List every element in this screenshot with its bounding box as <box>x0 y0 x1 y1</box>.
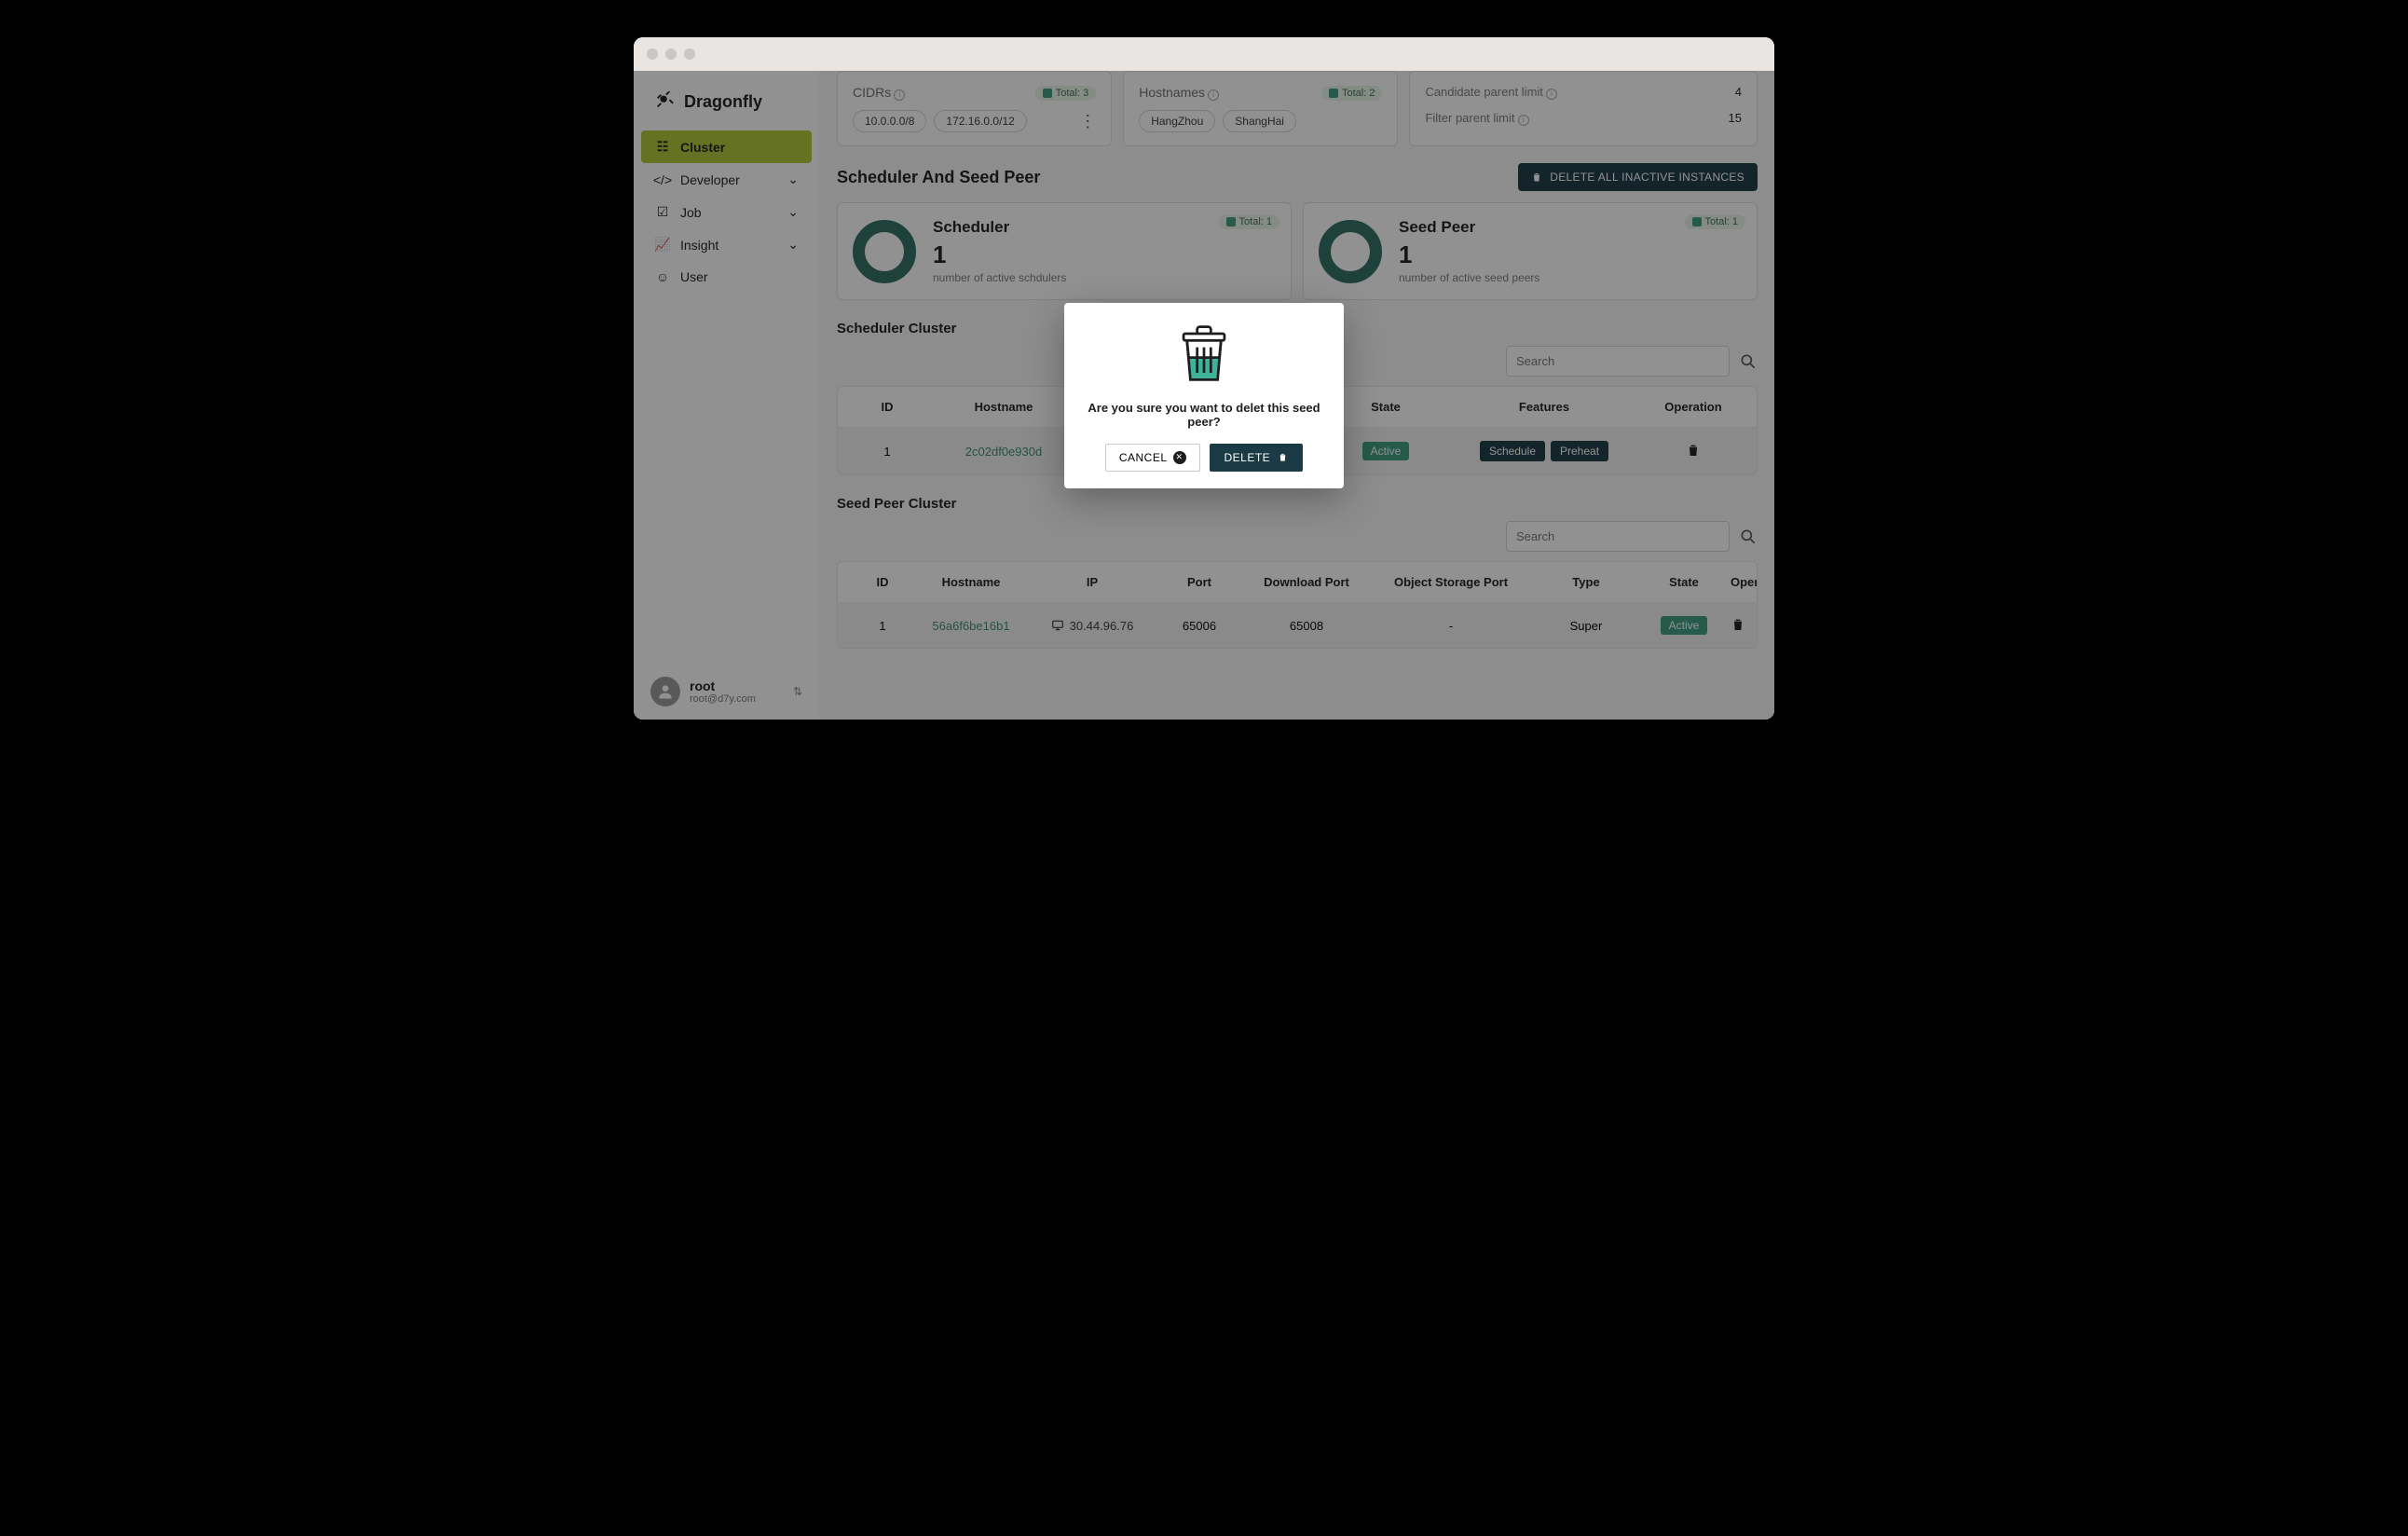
traffic-light-max[interactable] <box>684 48 695 60</box>
app-body: Dragonfly ☷ Cluster </> Developer ⌄ ☑ Jo… <box>634 71 1774 720</box>
cancel-button[interactable]: CANCEL ✕ <box>1105 444 1200 472</box>
app-window: Dragonfly ☷ Cluster </> Developer ⌄ ☑ Jo… <box>634 37 1774 720</box>
delete-button[interactable]: DELETE <box>1210 444 1304 472</box>
confirm-delete-modal: Are you sure you want to delet this seed… <box>1064 303 1344 488</box>
window-titlebar <box>634 37 1774 71</box>
traffic-light-close[interactable] <box>647 48 658 60</box>
traffic-light-min[interactable] <box>665 48 677 60</box>
modal-buttons: CANCEL ✕ DELETE <box>1083 444 1325 472</box>
close-icon: ✕ <box>1173 451 1186 464</box>
trash-illustration-icon <box>1178 323 1230 383</box>
trash-icon <box>1278 452 1288 462</box>
modal-message: Are you sure you want to delet this seed… <box>1083 401 1325 429</box>
modal-overlay[interactable]: Are you sure you want to delet this seed… <box>634 71 1774 720</box>
